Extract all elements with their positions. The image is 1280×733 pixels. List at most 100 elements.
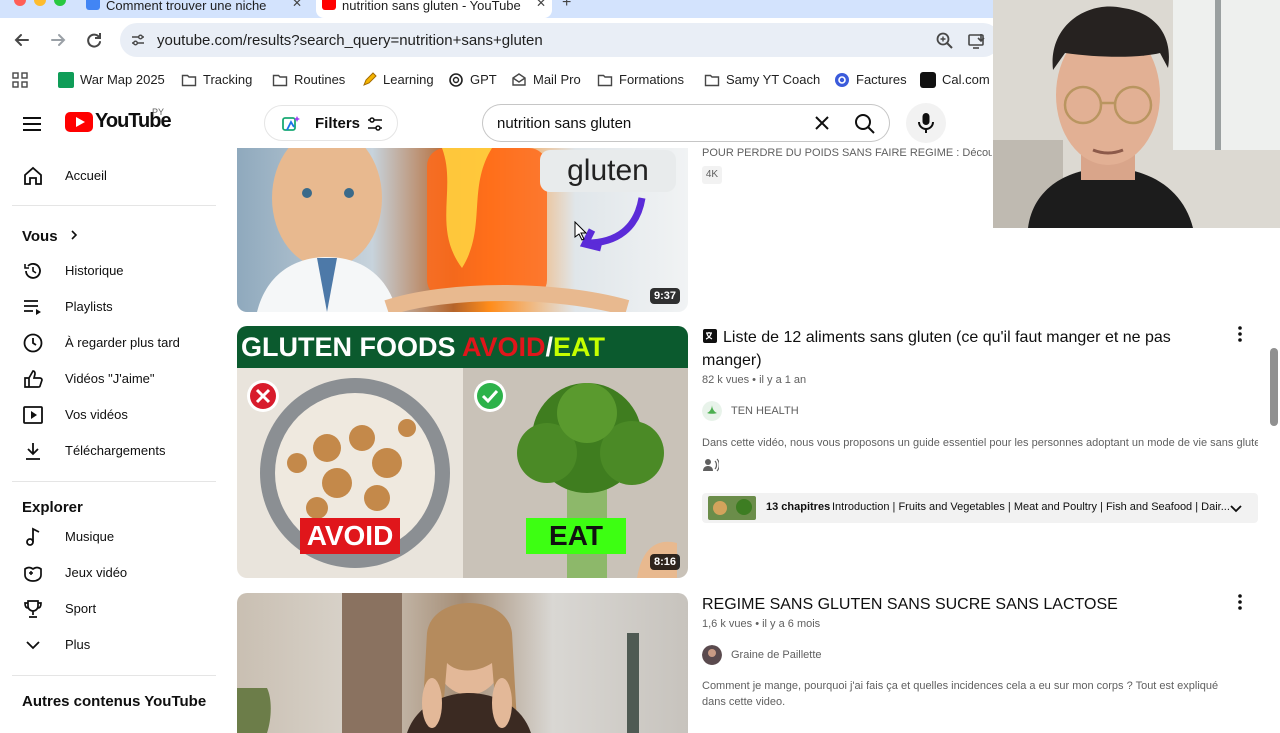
video-description: Dans cette vidéo, nous vous proposons un… — [702, 437, 1258, 449]
download-icon — [26, 443, 40, 460]
search-query: nutrition sans gluten — [497, 115, 632, 132]
bookmark-factures[interactable]: Factures — [834, 71, 907, 89]
mouse-cursor-icon — [574, 221, 587, 241]
sidebar-item-liked-videos[interactable]: Vidéos "J'aime" — [12, 361, 212, 397]
page-scrollbar[interactable] — [1270, 348, 1278, 426]
video-description: POUR PERDRE DU POIDS SANS FAIRE REGIME :… — [702, 147, 992, 159]
bookmark-learning[interactable]: Learning — [361, 71, 434, 89]
apps-grid-icon[interactable] — [12, 72, 28, 88]
tab-title: nutrition sans gluten - YouTube — [342, 0, 521, 13]
banner-text: GLUTEN FOODS — [241, 332, 462, 362]
sidebar-item-watch-later[interactable]: À regarder plus tard — [12, 325, 212, 361]
sidebar-item-gaming[interactable]: Jeux vidéo — [12, 555, 212, 591]
sidebar-item-downloads[interactable]: Téléchargements — [12, 433, 212, 469]
chapters-row[interactable]: 13 chapitres Introduction | Fruits and V… — [702, 493, 1258, 523]
banner-eat: EAT — [553, 332, 606, 362]
chapters-list: Introduction | Fruits and Vegetables | M… — [832, 501, 1230, 513]
window-minimize-dot[interactable] — [34, 0, 46, 6]
home-icon — [24, 166, 42, 185]
bookmark-mail-pro[interactable]: Mail Pro — [511, 71, 581, 89]
youtube-play-icon — [65, 112, 93, 132]
voice-search-button[interactable] — [906, 103, 946, 143]
filters-ai-icon — [282, 116, 300, 131]
sliders-icon — [368, 117, 382, 131]
new-tab-icon[interactable]: + — [562, 0, 571, 12]
chevron-down-icon — [26, 641, 40, 650]
circle-icon — [835, 73, 849, 87]
video-thumbnail-3[interactable] — [237, 593, 688, 733]
zoom-icon[interactable] — [935, 31, 955, 51]
search-input[interactable]: nutrition sans gluten — [482, 104, 840, 142]
filters-button[interactable]: Filters — [264, 105, 398, 141]
sidebar-item-music[interactable]: Musique — [12, 519, 212, 555]
bookmark-samy-yt-coach[interactable]: Samy YT Coach — [704, 71, 820, 89]
sidebar-you-heading[interactable]: Vous — [22, 228, 80, 245]
forward-icon[interactable] — [44, 26, 72, 54]
bookmark-tracking[interactable]: Tracking — [181, 71, 252, 89]
site-settings-icon[interactable] — [130, 32, 146, 48]
close-tab-icon[interactable]: ✕ — [536, 0, 546, 9]
tab-title: Comment trouver une niche — [106, 0, 267, 13]
translated-icon — [703, 329, 717, 343]
install-app-icon[interactable] — [967, 31, 987, 51]
browser-tab-active[interactable]: nutrition sans gluten - YouTube ✕ — [316, 0, 552, 18]
reload-icon[interactable] — [80, 26, 108, 54]
video-thumbnail-1[interactable]: gluten 9:37 — [237, 148, 688, 312]
window-close-dot[interactable] — [14, 0, 26, 6]
sidebar-item-label: Playlists — [65, 299, 113, 314]
sidebar-item-label: Sport — [65, 601, 97, 616]
bookmark-label: Formations — [619, 72, 685, 87]
bookmark-formations[interactable]: Formations — [597, 71, 684, 89]
more-actions-icon[interactable] — [1230, 592, 1250, 612]
dubbed-audio-icon — [703, 458, 719, 472]
video-title-3[interactable]: REGIME SANS GLUTEN SANS SUCRE SANS LACTO… — [702, 593, 1118, 616]
search-button[interactable] — [840, 104, 890, 142]
sidebar-item-your-videos[interactable]: Vos vidéos — [12, 397, 212, 433]
browser-tab[interactable]: Comment trouver une niche ✕ — [80, 0, 308, 18]
video-thumbnail-2[interactable]: GLUTEN FOODS AVOID/EAT AVOID EAT 8:16 — [237, 326, 688, 578]
close-tab-icon[interactable]: ✕ — [292, 0, 302, 9]
sidebar-item-history[interactable]: Historique — [12, 253, 212, 289]
sidebar-item-label: Jeux vidéo — [65, 565, 128, 580]
bookmark-label: Cal.com — [942, 72, 990, 87]
sidebar-item-home[interactable]: Accueil — [12, 158, 212, 194]
youtube-favicon-icon — [322, 0, 336, 10]
bookmark-war-map[interactable]: War Map 2025 — [58, 71, 165, 89]
thumbs-up-icon — [24, 370, 43, 388]
video-title-2[interactable]: Liste de 12 aliments sans gluten (ce qu'… — [702, 326, 1202, 372]
sidebar-item-label: Vos vidéos — [65, 407, 128, 422]
divider — [12, 675, 216, 676]
history-icon — [24, 263, 41, 279]
address-bar[interactable]: youtube.com/results?search_query=nutriti… — [120, 23, 1000, 57]
bookmark-cal[interactable]: Cal.com — [920, 71, 990, 89]
search-icon — [855, 114, 875, 134]
eat-label: EAT — [526, 518, 626, 554]
thumbnail-person-illustration — [237, 593, 639, 733]
playlists-icon — [24, 300, 41, 315]
chevron-down-icon[interactable] — [1228, 500, 1244, 516]
video-meta: 82 k vues • il y a 1 an — [702, 374, 807, 386]
clear-search-icon[interactable] — [812, 113, 832, 133]
chapter-thumbnail — [708, 496, 756, 520]
sidebar-item-sport[interactable]: Sport — [12, 591, 212, 627]
channel-name: TEN HEALTH — [731, 405, 799, 417]
back-icon[interactable] — [8, 26, 36, 54]
bookmark-gpt[interactable]: GPT — [448, 71, 497, 89]
sidebar-other-heading: Autres contenus YouTube — [22, 693, 207, 710]
webcam-person-image — [993, 0, 1280, 228]
gaming-icon — [24, 566, 42, 582]
country-code: PY — [152, 107, 165, 117]
thumbnail-gluten-label: gluten — [540, 150, 676, 192]
window-maximize-dot[interactable] — [54, 0, 66, 6]
sidebar-item-label: À regarder plus tard — [65, 335, 180, 350]
docs-icon — [86, 0, 100, 10]
sidebar-item-more[interactable]: Plus — [12, 627, 212, 663]
sidebar-item-playlists[interactable]: Playlists — [12, 289, 212, 325]
bookmark-routines[interactable]: Routines — [272, 71, 345, 89]
duration-badge: 8:16 — [649, 554, 680, 570]
your-videos-icon — [23, 406, 43, 424]
mail-icon — [512, 73, 526, 86]
more-actions-icon[interactable] — [1230, 324, 1250, 344]
heading-text: Vous — [22, 228, 58, 245]
hamburger-menu-icon[interactable] — [20, 112, 44, 136]
